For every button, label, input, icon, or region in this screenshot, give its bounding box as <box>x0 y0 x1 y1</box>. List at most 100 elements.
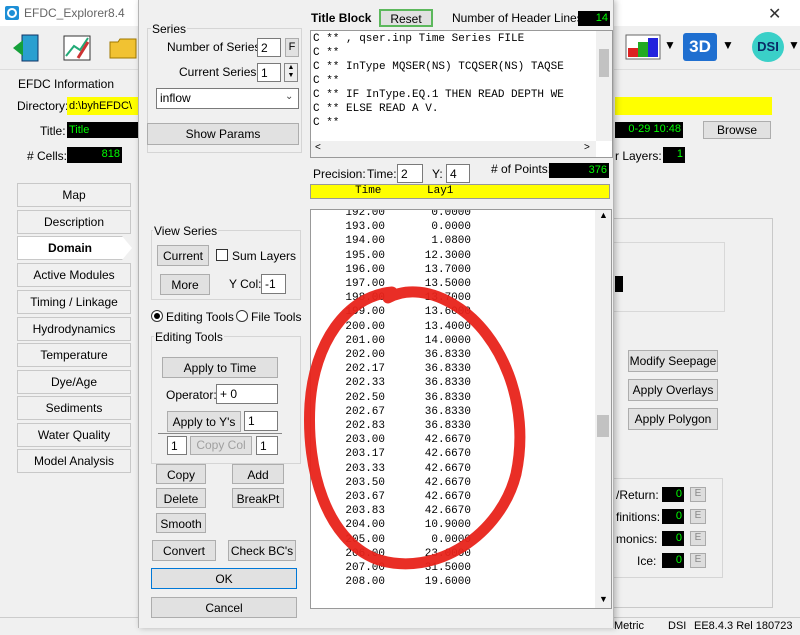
time-cell[interactable]: 202.00 <box>317 348 385 362</box>
value-cell[interactable]: 0.0000 <box>391 533 471 547</box>
ice-edit-button[interactable]: E <box>690 553 706 568</box>
sidebar-item-active-modules[interactable]: Active Modules <box>17 263 131 287</box>
value-cell[interactable]: 36.8330 <box>391 405 471 419</box>
table-row[interactable]: 206.00 23.0000 <box>311 547 581 561</box>
time-cell[interactable]: 197.00 <box>317 277 385 291</box>
value-cell[interactable]: 13.6000 <box>391 305 471 319</box>
header-vertical-scrollbar[interactable] <box>596 31 612 141</box>
cancel-button[interactable]: Cancel <box>151 597 297 618</box>
time-cell[interactable]: 199.00 <box>317 305 385 319</box>
time-cell[interactable]: 201.00 <box>317 334 385 348</box>
f-button[interactable]: F <box>285 38 299 57</box>
table-row[interactable]: 203.83 42.6670 <box>311 504 581 518</box>
smooth-button[interactable]: Smooth <box>156 513 206 533</box>
num-series-input[interactable]: 2 <box>257 38 281 57</box>
table-row[interactable]: 202.50 36.8330 <box>311 391 581 405</box>
table-row[interactable]: 202.67 36.8330 <box>311 405 581 419</box>
time-cell[interactable]: 194.00 <box>317 234 385 248</box>
table-row[interactable]: 203.50 42.6670 <box>311 476 581 490</box>
table-row[interactable]: 208.00 19.6000 <box>311 575 581 589</box>
title-field[interactable]: Title <box>67 122 139 138</box>
time-cell[interactable]: 202.67 <box>317 405 385 419</box>
table-vertical-scrollbar[interactable]: ▲ ▼ <box>595 210 611 608</box>
table-row[interactable]: 203.33 42.6670 <box>311 462 581 476</box>
value-cell[interactable]: 19.6000 <box>391 575 471 589</box>
value-cell[interactable]: 36.8330 <box>391 419 471 433</box>
value-cell[interactable]: 42.6670 <box>391 447 471 461</box>
sidebar-item-hydrodynamics[interactable]: Hydrodynamics <box>17 317 131 341</box>
chevron-down-icon[interactable]: ⌄ <box>285 91 293 102</box>
view-3d-icon[interactable]: 3D <box>683 33 717 61</box>
dsi-logo-icon[interactable]: DSI <box>752 32 784 62</box>
copy-col-to-input[interactable]: 1 <box>256 436 278 455</box>
precision-time-input[interactable]: 2 <box>397 164 423 183</box>
copy-button[interactable]: Copy <box>156 464 206 484</box>
table-row[interactable]: 203.17 42.6670 <box>311 447 581 461</box>
edit-chart-icon[interactable] <box>60 32 94 64</box>
reset-button[interactable]: Reset <box>379 9 433 27</box>
chevron-down-icon[interactable]: ▼ <box>722 38 734 52</box>
sum-layers-checkbox[interactable] <box>216 249 228 261</box>
header-text-area[interactable]: C ** , qser.inp Time Series FILE C ** C … <box>310 30 613 158</box>
time-cell[interactable]: 203.50 <box>317 476 385 490</box>
sidebar-item-timing-linkage[interactable]: Timing / Linkage <box>17 290 131 314</box>
sidebar-item-map[interactable]: Map <box>17 183 131 207</box>
table-row[interactable]: 207.00 31.5000 <box>311 561 581 575</box>
value-cell[interactable]: 12.3000 <box>391 249 471 263</box>
scroll-down-icon[interactable]: ▼ <box>599 594 608 604</box>
value-cell[interactable]: 13.7000 <box>391 291 471 305</box>
time-cell[interactable]: 193.00 <box>317 220 385 234</box>
add-button[interactable]: Add <box>232 464 284 484</box>
value-cell[interactable]: 42.6670 <box>391 490 471 504</box>
definitions-edit-button[interactable]: E <box>690 509 706 524</box>
editing-tools-radio[interactable] <box>151 310 163 322</box>
time-cell[interactable]: 203.83 <box>317 504 385 518</box>
apply-to-ys-button[interactable]: Apply to Y's <box>167 411 241 432</box>
file-tools-radio[interactable] <box>236 310 248 322</box>
value-cell[interactable]: 42.6670 <box>391 476 471 490</box>
value-cell[interactable]: 0.0000 <box>391 220 471 234</box>
time-cell[interactable]: 195.00 <box>317 249 385 263</box>
time-cell[interactable]: 207.00 <box>317 561 385 575</box>
operator-input[interactable]: + 0 <box>216 384 278 404</box>
apply-to-ys-input[interactable]: 1 <box>244 411 278 431</box>
chevron-down-icon[interactable]: ▼ <box>788 38 800 52</box>
value-cell[interactable]: 14.0000 <box>391 334 471 348</box>
value-cell[interactable]: 42.6670 <box>391 462 471 476</box>
convert-button[interactable]: Convert <box>152 540 216 561</box>
table-row[interactable]: 202.00 36.8330 <box>311 348 581 362</box>
sidebar-item-sediments[interactable]: Sediments <box>17 396 131 420</box>
time-cell[interactable]: 203.33 <box>317 462 385 476</box>
time-cell[interactable]: 205.00 <box>317 533 385 547</box>
scroll-right-icon[interactable]: > <box>584 142 590 153</box>
table-row[interactable]: 192.00 0.0000 <box>311 210 581 220</box>
table-row[interactable]: 202.83 36.8330 <box>311 419 581 433</box>
time-cell[interactable]: 198.00 <box>317 291 385 305</box>
table-row[interactable]: 203.67 42.6670 <box>311 490 581 504</box>
time-cell[interactable]: 202.33 <box>317 376 385 390</box>
import-icon[interactable] <box>10 32 44 64</box>
sidebar-item-domain[interactable]: Domain <box>17 236 123 260</box>
time-cell[interactable]: 196.00 <box>317 263 385 277</box>
value-cell[interactable]: 1.0800 <box>391 234 471 248</box>
value-cell[interactable]: 36.8330 <box>391 391 471 405</box>
header-horizontal-scrollbar[interactable]: < > <box>311 141 596 157</box>
sidebar-item-temperature[interactable]: Temperature <box>17 343 131 367</box>
apply-to-time-button[interactable]: Apply to Time <box>162 357 278 378</box>
check-bcs-button[interactable]: Check BC's <box>228 540 296 561</box>
time-cell[interactable]: 192.00 <box>317 210 385 220</box>
apply-polygon-button[interactable]: Apply Polygon <box>628 408 718 430</box>
apply-overlays-button[interactable]: Apply Overlays <box>628 379 718 401</box>
scroll-thumb[interactable] <box>597 415 609 437</box>
current-series-input[interactable]: 1 <box>257 63 281 82</box>
time-cell[interactable]: 206.00 <box>317 547 385 561</box>
table-row[interactable]: 203.00 42.6670 <box>311 433 581 447</box>
table-row[interactable]: 197.00 13.5000 <box>311 277 581 291</box>
sidebar-item-dye-age[interactable]: Dye/Age <box>17 370 131 394</box>
more-button[interactable]: More <box>160 274 210 295</box>
sidebar-item-description[interactable]: Description <box>17 210 131 234</box>
table-row[interactable]: 202.33 36.8330 <box>311 376 581 390</box>
time-cell[interactable]: 203.17 <box>317 447 385 461</box>
scroll-thumb[interactable] <box>599 49 609 77</box>
value-cell[interactable]: 10.9000 <box>391 518 471 532</box>
